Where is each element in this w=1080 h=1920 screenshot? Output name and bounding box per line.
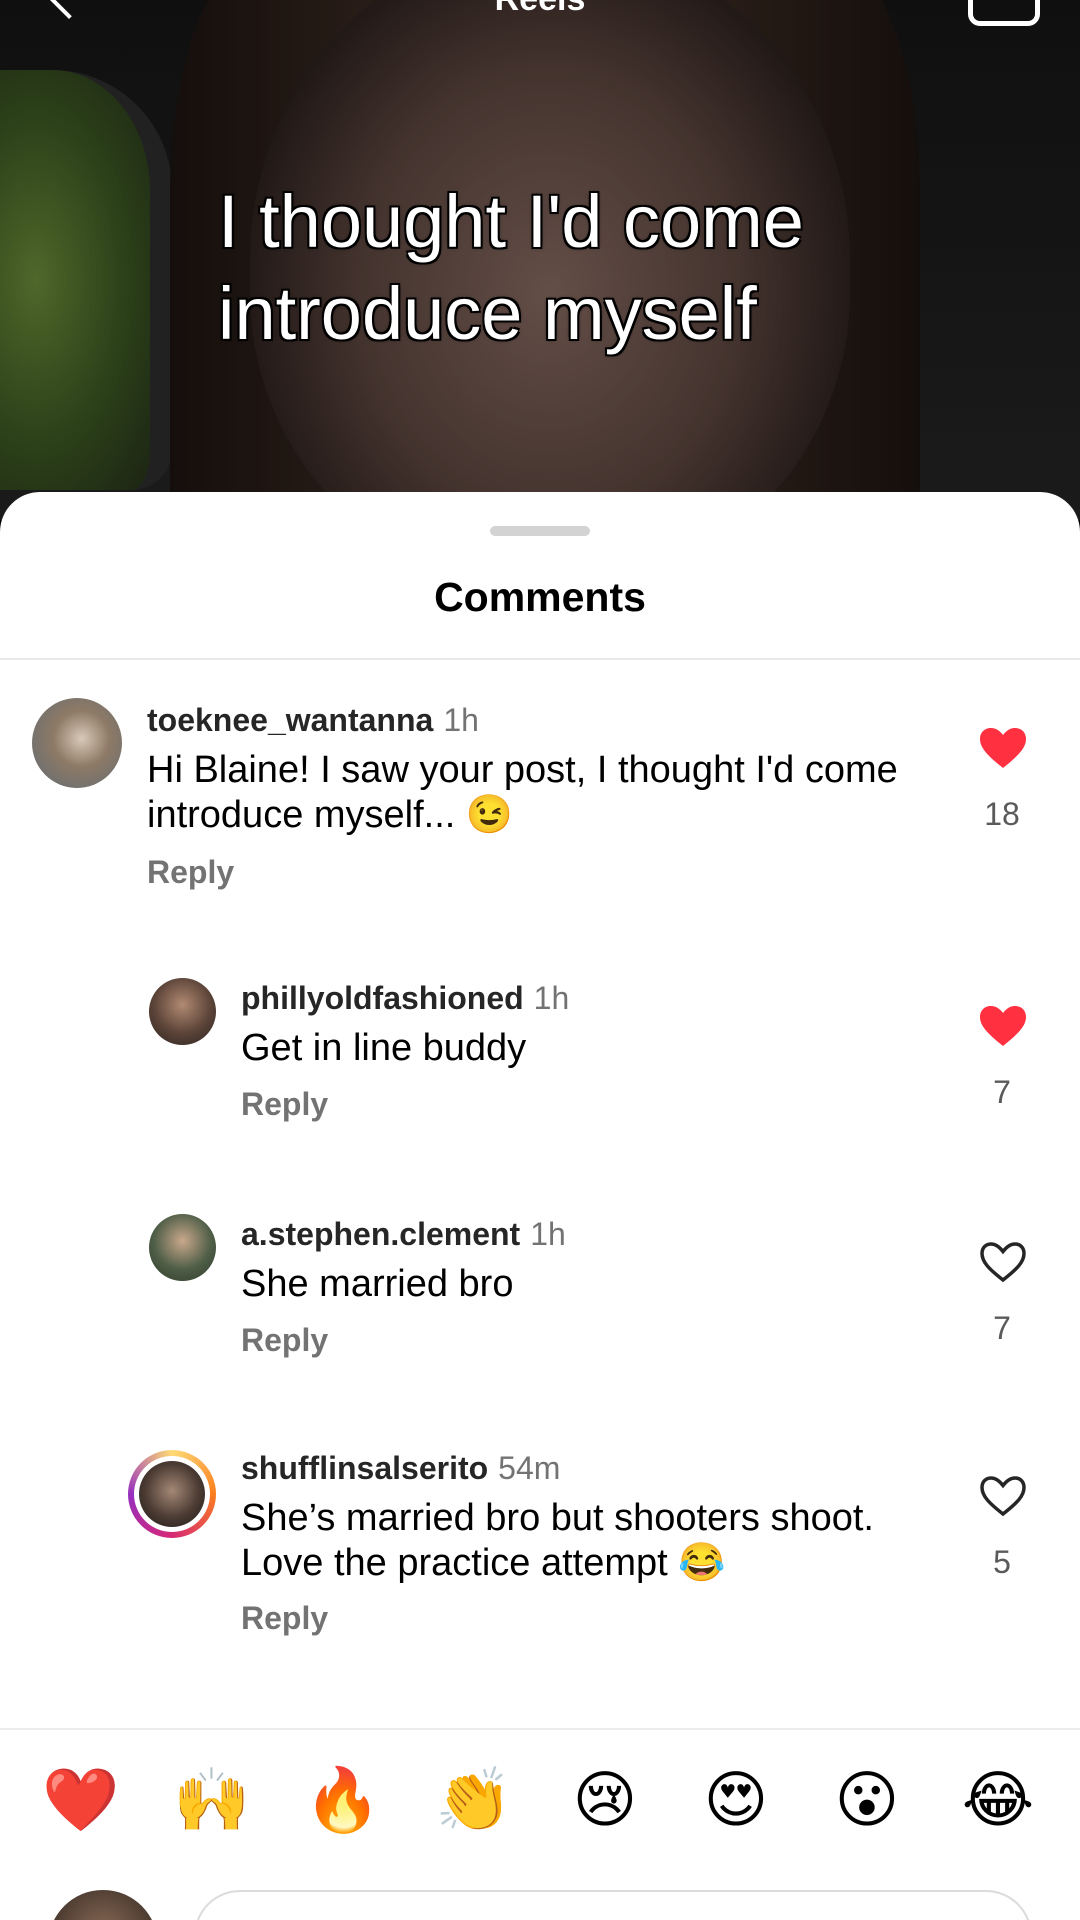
reply-button[interactable]: Reply	[241, 1600, 328, 1637]
comment-text: Hi Blaine! I saw your post, I thought I'…	[147, 749, 898, 836]
comment-time: 54m	[498, 1450, 561, 1486]
reaction-fire[interactable]: 🔥	[298, 1760, 388, 1840]
header-title: Reels	[0, 0, 1080, 19]
like-count: 18	[984, 796, 1020, 832]
comments-sheet: Comments toeknee_wantanna 1h Hi Blaine! I…	[0, 492, 1080, 1920]
comment-username[interactable]: shufflinsalserito 54m	[241, 1450, 560, 1487]
reaction-heart[interactable]: ❤️	[36, 1760, 126, 1840]
like-count: 5	[993, 1544, 1011, 1580]
sheet-title: Comments	[434, 574, 646, 620]
sheet-grab-handle[interactable]	[490, 526, 590, 536]
like-count: 7	[993, 1074, 1011, 1110]
emoji-bar-divider	[0, 1728, 1080, 1730]
reel-video[interactable]: Reels I thought I'd come introduce mysel…	[0, 0, 1080, 520]
username-text[interactable]: toeknee_wantanna	[147, 702, 433, 738]
comment-time: 1h	[443, 702, 479, 738]
comment-username[interactable]: a.stephen.clement 1h	[241, 1216, 566, 1253]
reaction-heart-eyes[interactable]: 😍	[691, 1760, 781, 1840]
reply-button[interactable]: Reply	[241, 1086, 328, 1123]
sheet-divider	[0, 658, 1080, 660]
comment-username[interactable]: toeknee_wantanna 1h	[147, 702, 479, 739]
reaction-crying[interactable]: 😢	[560, 1760, 650, 1840]
like-heart-outline-icon[interactable]	[978, 1474, 1028, 1518]
reaction-laughing[interactable]: 😂	[953, 1760, 1043, 1840]
comment-input[interactable]	[194, 1890, 1032, 1920]
username-text[interactable]: shufflinsalserito	[241, 1450, 488, 1486]
quick-reaction-bar: ❤️ 🙌 🔥 👏 😢 😍 😮 😂	[0, 1760, 1080, 1840]
like-heart-outline-icon[interactable]	[978, 1240, 1028, 1284]
avatar-image	[139, 1461, 205, 1527]
reaction-clap[interactable]: 👏	[429, 1760, 519, 1840]
current-user-avatar	[48, 1890, 158, 1920]
like-count: 7	[993, 1310, 1011, 1346]
like-heart-icon[interactable]	[978, 1004, 1028, 1048]
reply-button[interactable]: Reply	[147, 854, 234, 891]
comment-text: Get in line buddy	[241, 1027, 527, 1069]
comment-time: 1h	[533, 980, 570, 1016]
reaction-surprised[interactable]: 😮	[822, 1760, 912, 1840]
avatar[interactable]	[149, 1214, 216, 1281]
reaction-raised-hands[interactable]: 🙌	[167, 1760, 257, 1840]
like-heart-icon[interactable]	[978, 726, 1028, 770]
comment-text: She’s married bro but shooters shoot. Lo…	[241, 1497, 874, 1584]
comment-username[interactable]: phillyoldfashioned 1h	[241, 980, 569, 1017]
reply-button[interactable]: Reply	[241, 1322, 328, 1359]
comment-text: She married bro	[241, 1263, 514, 1305]
comment-time: 1h	[530, 1216, 566, 1252]
avatar[interactable]	[149, 978, 216, 1045]
camera-icon[interactable]	[968, 0, 1040, 26]
avatar[interactable]	[32, 698, 122, 788]
username-text[interactable]: a.stephen.clement	[241, 1216, 520, 1252]
video-caption: I thought I'd come introduce myself	[218, 180, 804, 355]
username-text[interactable]: phillyoldfashioned	[241, 980, 524, 1016]
